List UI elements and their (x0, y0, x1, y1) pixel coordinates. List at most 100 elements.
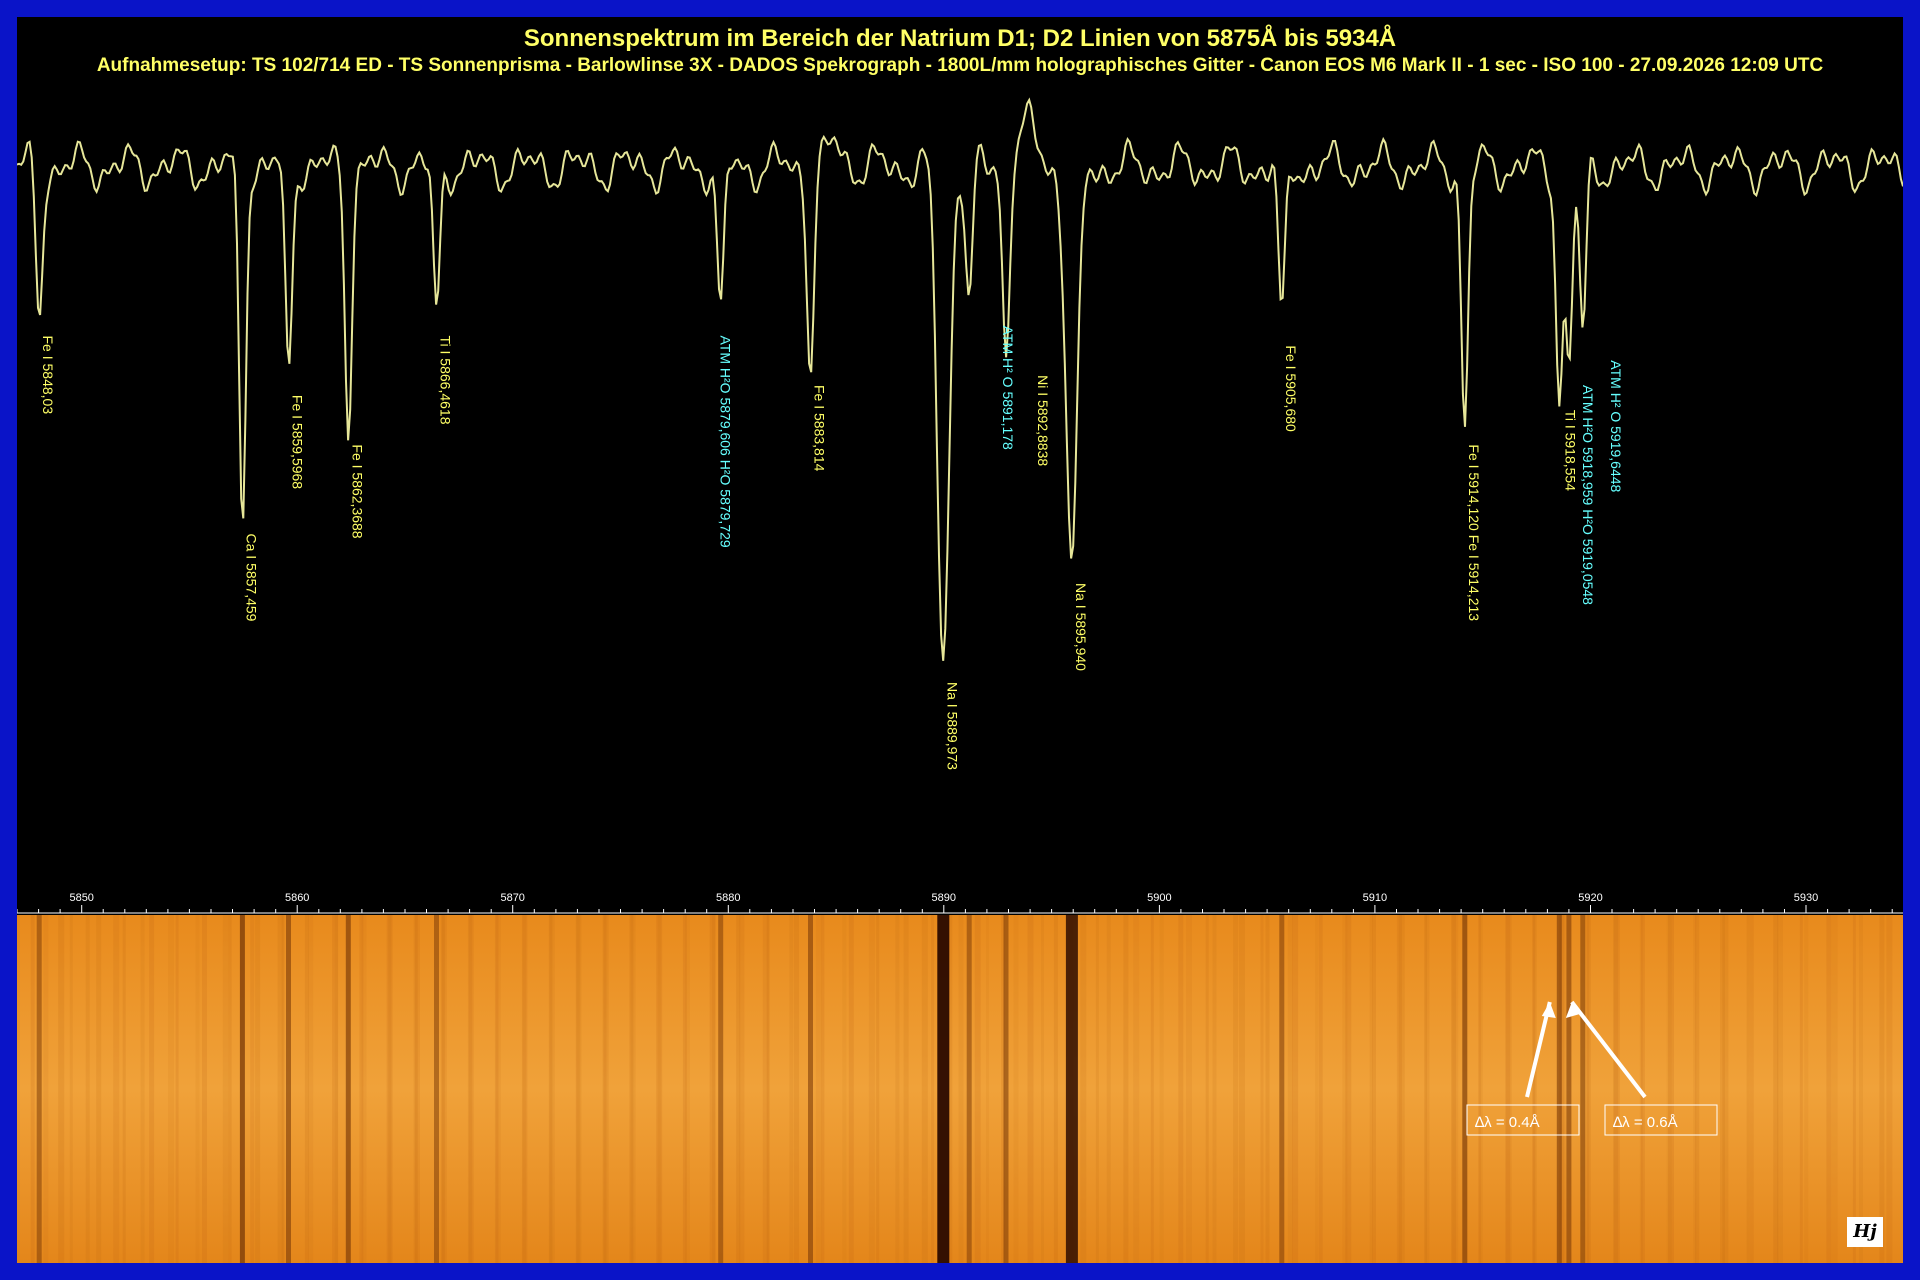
line-label: Ti I 5918,554 (1562, 410, 1578, 491)
band-streak (1613, 915, 1620, 1263)
line-label: ATM H²O 5918,959 H²O 5919,0548 (1580, 385, 1596, 605)
band-streak (842, 915, 847, 1263)
band-streak (1013, 915, 1019, 1263)
band-streak (1879, 915, 1885, 1263)
band-streak (1041, 915, 1044, 1263)
band-streak (1315, 915, 1319, 1263)
x-tick-label: 5890 (932, 892, 956, 904)
x-tick-label: 5930 (1794, 892, 1818, 904)
band-streak (1425, 915, 1430, 1263)
band-streak (1852, 915, 1856, 1263)
band-streak (175, 915, 179, 1263)
absorption-band-line (1566, 915, 1572, 1263)
band-streak (85, 915, 90, 1263)
band-streak (361, 915, 367, 1263)
band-streak (113, 915, 120, 1263)
band-streak (1505, 915, 1512, 1263)
absorption-band-line (239, 915, 245, 1263)
band-streak (168, 915, 174, 1263)
line-label: Fe I 5862,3688 (349, 444, 365, 538)
line-label: Na I 5895,940 (1073, 583, 1089, 671)
band-streak (1233, 915, 1239, 1263)
annotation-label: ∆λ = 0.4Å (1475, 1114, 1540, 1131)
band-streak (1178, 915, 1184, 1263)
band-streak (630, 915, 636, 1263)
band-streak (228, 915, 232, 1263)
line-label: Fe I 5859,5968 (290, 395, 306, 489)
band-streak (931, 915, 935, 1263)
band-streak (789, 915, 794, 1263)
x-tick-label: 5870 (500, 892, 524, 904)
spectrum-band-image (17, 915, 1903, 1263)
x-tick-label: 5910 (1363, 892, 1387, 904)
absorption-band-line (1279, 915, 1285, 1263)
band-streak (43, 915, 49, 1263)
band-streak (821, 915, 825, 1263)
band-streak (140, 915, 145, 1263)
line-label: Fe I 5905,680 (1283, 345, 1299, 432)
author-signature: Hj (1847, 1217, 1883, 1247)
band-streak (1826, 915, 1832, 1263)
band-streak (986, 915, 989, 1263)
line-label: ATM H² O 5919,6448 (1608, 360, 1624, 492)
band-streak (794, 915, 799, 1263)
line-labels: Fe I 5848,03 Ca I 5857,459 Fe I 5859,5968 F… (40, 326, 1624, 771)
band-streak (1239, 915, 1245, 1263)
annotation-label: ∆λ = 0.6Å (1613, 1114, 1678, 1131)
band-streak (921, 915, 928, 1263)
band-streak (1260, 915, 1264, 1263)
band-streak (1799, 915, 1803, 1263)
band-streak (1479, 915, 1483, 1263)
line-label: ATM H² O 5891,178 (1000, 326, 1016, 450)
band-streak (1886, 915, 1893, 1263)
x-tick-label: 5850 (69, 892, 93, 904)
band-streak (334, 915, 338, 1263)
band-streak (69, 915, 73, 1263)
band-streak (766, 915, 770, 1263)
absorption-band-line (286, 915, 291, 1263)
band-streak (848, 915, 854, 1263)
band-streak (250, 915, 255, 1263)
band-streak (222, 915, 229, 1263)
absorption-band-line (1462, 915, 1468, 1263)
band-streak (522, 915, 528, 1263)
line-label: Fe I 5848,03 (40, 336, 56, 415)
band-streak (1777, 915, 1783, 1263)
band-streak (1532, 915, 1537, 1263)
band-streak (281, 915, 285, 1263)
absorption-band-line (1556, 915, 1562, 1263)
band-streak (1452, 915, 1459, 1263)
band-streak (1804, 915, 1809, 1263)
band-streak (468, 915, 474, 1263)
x-tick-label: 5880 (716, 892, 740, 904)
band-streak (1095, 915, 1099, 1263)
band-streak (684, 915, 690, 1263)
band-streak (1186, 915, 1192, 1263)
band-streak (1586, 915, 1591, 1263)
band-streak (1080, 915, 1087, 1263)
band-streak (1746, 915, 1750, 1263)
spectrum-chart: 5850 5860 5870 5880 5890 5900 5910 5920 5930 Fe … (17, 97, 1903, 1263)
band-streak (1372, 915, 1376, 1263)
x-axis: 5850 5860 5870 5880 5890 5900 5910 5920 5930 (17, 892, 1903, 914)
band-streak (58, 915, 65, 1263)
band-streak (495, 915, 499, 1263)
x-tick-label: 5900 (1147, 892, 1171, 904)
chart-frame: Sonnenspektrum im Bereich der Natrium D1… (17, 17, 1903, 1263)
band-streak (415, 915, 420, 1263)
band-streak (1150, 915, 1154, 1263)
band-streak (1159, 915, 1164, 1263)
band-streak (876, 915, 880, 1263)
absorption-band-line (1580, 915, 1586, 1263)
absorption-band-line (937, 915, 950, 1263)
band-streak (388, 915, 392, 1263)
band-streak (1640, 915, 1645, 1263)
line-label: Ca I 5857,459 (243, 534, 259, 622)
absorption-band-line (434, 915, 439, 1263)
band-streak (815, 915, 822, 1263)
band-streak (308, 915, 314, 1263)
band-streak (1205, 915, 1209, 1263)
band-streak (195, 915, 200, 1263)
band-streak (17, 915, 20, 1263)
band-streak (1106, 915, 1111, 1263)
